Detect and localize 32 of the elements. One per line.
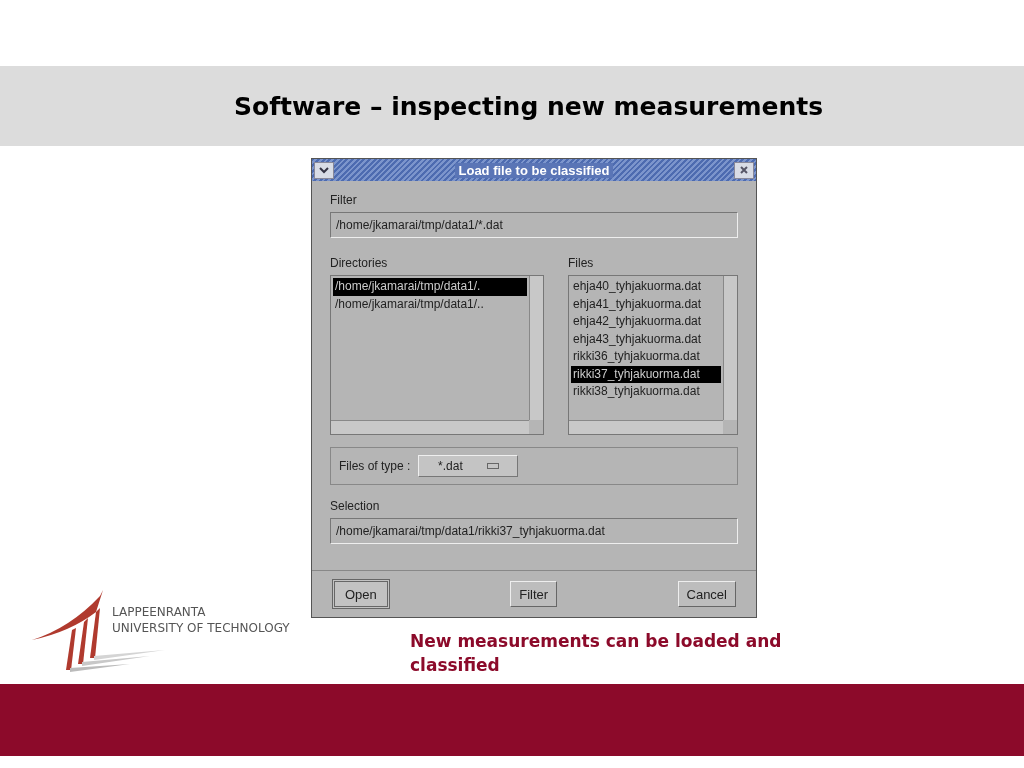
filter-label: Filter — [330, 193, 358, 207]
dialog-button[interactable]: Open — [332, 579, 390, 609]
files-label: Files — [568, 256, 595, 270]
file-type-dropdown[interactable]: *.dat — [418, 455, 519, 477]
file-item[interactable]: ehja42_tyhjakuorma.dat — [571, 313, 721, 331]
close-icon — [740, 166, 748, 174]
horizontal-scrollbar[interactable] — [569, 420, 723, 434]
file-item[interactable]: ehja43_tyhjakuorma.dat — [571, 330, 721, 348]
chevron-icon — [319, 166, 329, 174]
horizontal-scrollbar[interactable] — [331, 420, 529, 434]
slide-title: Software – inspecting new measurements — [234, 91, 824, 121]
filter-field[interactable]: /home/jkamarai/tmp/data1/*.dat — [330, 212, 738, 238]
selection-field[interactable]: /home/jkamarai/tmp/data1/rikki37_tyhjakuorma.dat — [330, 518, 738, 544]
file-item[interactable]: ehja41_tyhjakuorma.dat — [571, 295, 721, 313]
dialog-button[interactable]: Filter — [510, 581, 558, 607]
file-item[interactable]: rikki37_tyhjakuorma.dat — [571, 365, 721, 383]
logo-text: LAPPEENRANTA — [112, 604, 207, 620]
close-button[interactable] — [734, 161, 754, 179]
vertical-scrollbar[interactable] — [723, 276, 737, 420]
vertical-scrollbar[interactable] — [529, 276, 543, 420]
file-type-label: Files of type : — [339, 459, 411, 473]
dialog-button[interactable]: Cancel — [677, 581, 736, 607]
menu-button[interactable] — [314, 161, 334, 179]
logo-text: UNIVERSITY OF TECHNOLOGY — [112, 620, 290, 636]
selection-label: Selection — [330, 499, 381, 513]
directory-item[interactable]: /home/jkamarai/tmp/data1/.. — [333, 295, 527, 313]
file-item[interactable]: rikki36_tyhjakuorma.dat — [571, 348, 721, 366]
window-title: Load file to be classified — [454, 162, 614, 178]
directories-label: Directories — [330, 256, 389, 270]
file-item[interactable]: rikki38_tyhjakuorma.dat — [571, 383, 721, 401]
directory-item[interactable]: /home/jkamarai/tmp/data1/. — [333, 278, 527, 296]
file-item[interactable]: ehja40_tyhjakuorma.dat — [571, 278, 721, 296]
